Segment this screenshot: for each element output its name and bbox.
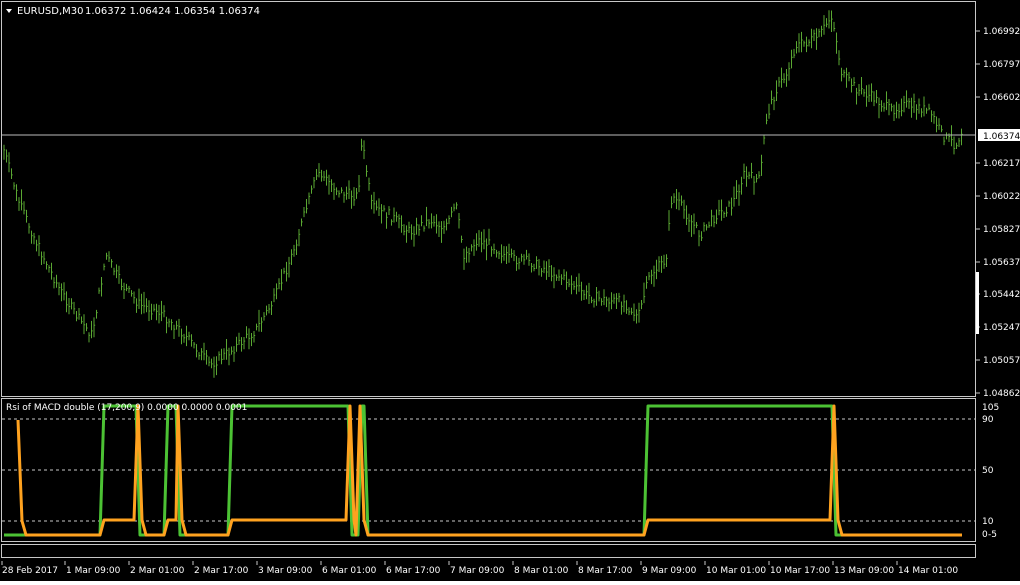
price-tick: 1.05827 [983, 225, 1020, 235]
time-tick: 14 Mar 01:00 [898, 566, 958, 576]
time-tick: 9 Mar 09:00 [642, 566, 697, 576]
ohlc-readout: 1.06372 1.06424 1.06354 1.06374 [85, 6, 260, 17]
chart-window[interactable]: EURUSD,M30 1.06372 1.06424 1.06354 1.063… [0, 0, 1020, 581]
time-tick: 13 Mar 09:00 [834, 566, 894, 576]
price-tick: 1.06022 [983, 192, 1020, 202]
time-tick: 6 Mar 17:00 [386, 566, 441, 576]
price-tick: 1.04862 [983, 389, 1020, 399]
time-tick: 2 Mar 01:00 [130, 566, 185, 576]
time-tick: 2 Mar 17:00 [194, 566, 249, 576]
current-price-label: 1.06374 [983, 132, 1020, 142]
level-tick: 90 [982, 415, 994, 425]
time-tick: 8 Mar 01:00 [514, 566, 569, 576]
time-tick: 7 Mar 09:00 [450, 566, 505, 576]
level-tick: 105 [982, 403, 999, 413]
time-tick: 10 Mar 01:00 [706, 566, 766, 576]
time-tick: 6 Mar 01:00 [322, 566, 377, 576]
level-tick: 50 [982, 466, 994, 476]
level-tick: -5 [988, 530, 997, 540]
chart-header: EURUSD,M30 1.06372 1.06424 1.06354 1.063… [6, 6, 260, 17]
symbol-label[interactable]: EURUSD,M30 [17, 6, 83, 17]
price-tick: 1.06217 [983, 159, 1020, 169]
time-tick: 1 Mar 09:00 [66, 566, 121, 576]
chart-canvas[interactable]: EURUSD,M30 1.06372 1.06424 1.06354 1.063… [0, 0, 1020, 581]
time-tick: 3 Mar 09:00 [258, 566, 313, 576]
price-tick: 1.05637 [983, 258, 1020, 268]
price-tick: 1.05442 [983, 290, 1020, 300]
price-tick: 1.06602 [983, 93, 1020, 103]
current-price-tag: 1.06374 [978, 129, 1020, 142]
time-tick: 28 Feb 2017 [2, 566, 58, 576]
price-scale-marker[interactable] [976, 272, 979, 334]
time-tick: 10 Mar 17:00 [770, 566, 830, 576]
indicator-title: Rsi of MACD double (17,200,9) 0.0000 0.0… [6, 403, 247, 413]
price-tick: 1.06797 [983, 60, 1020, 70]
time-tick: 8 Mar 17:00 [578, 566, 633, 576]
price-tick: 1.05057 [983, 356, 1020, 366]
level-tick: 10 [982, 517, 994, 527]
price-tick: 1.05247 [983, 323, 1020, 333]
price-tick: 1.06992 [983, 27, 1020, 37]
